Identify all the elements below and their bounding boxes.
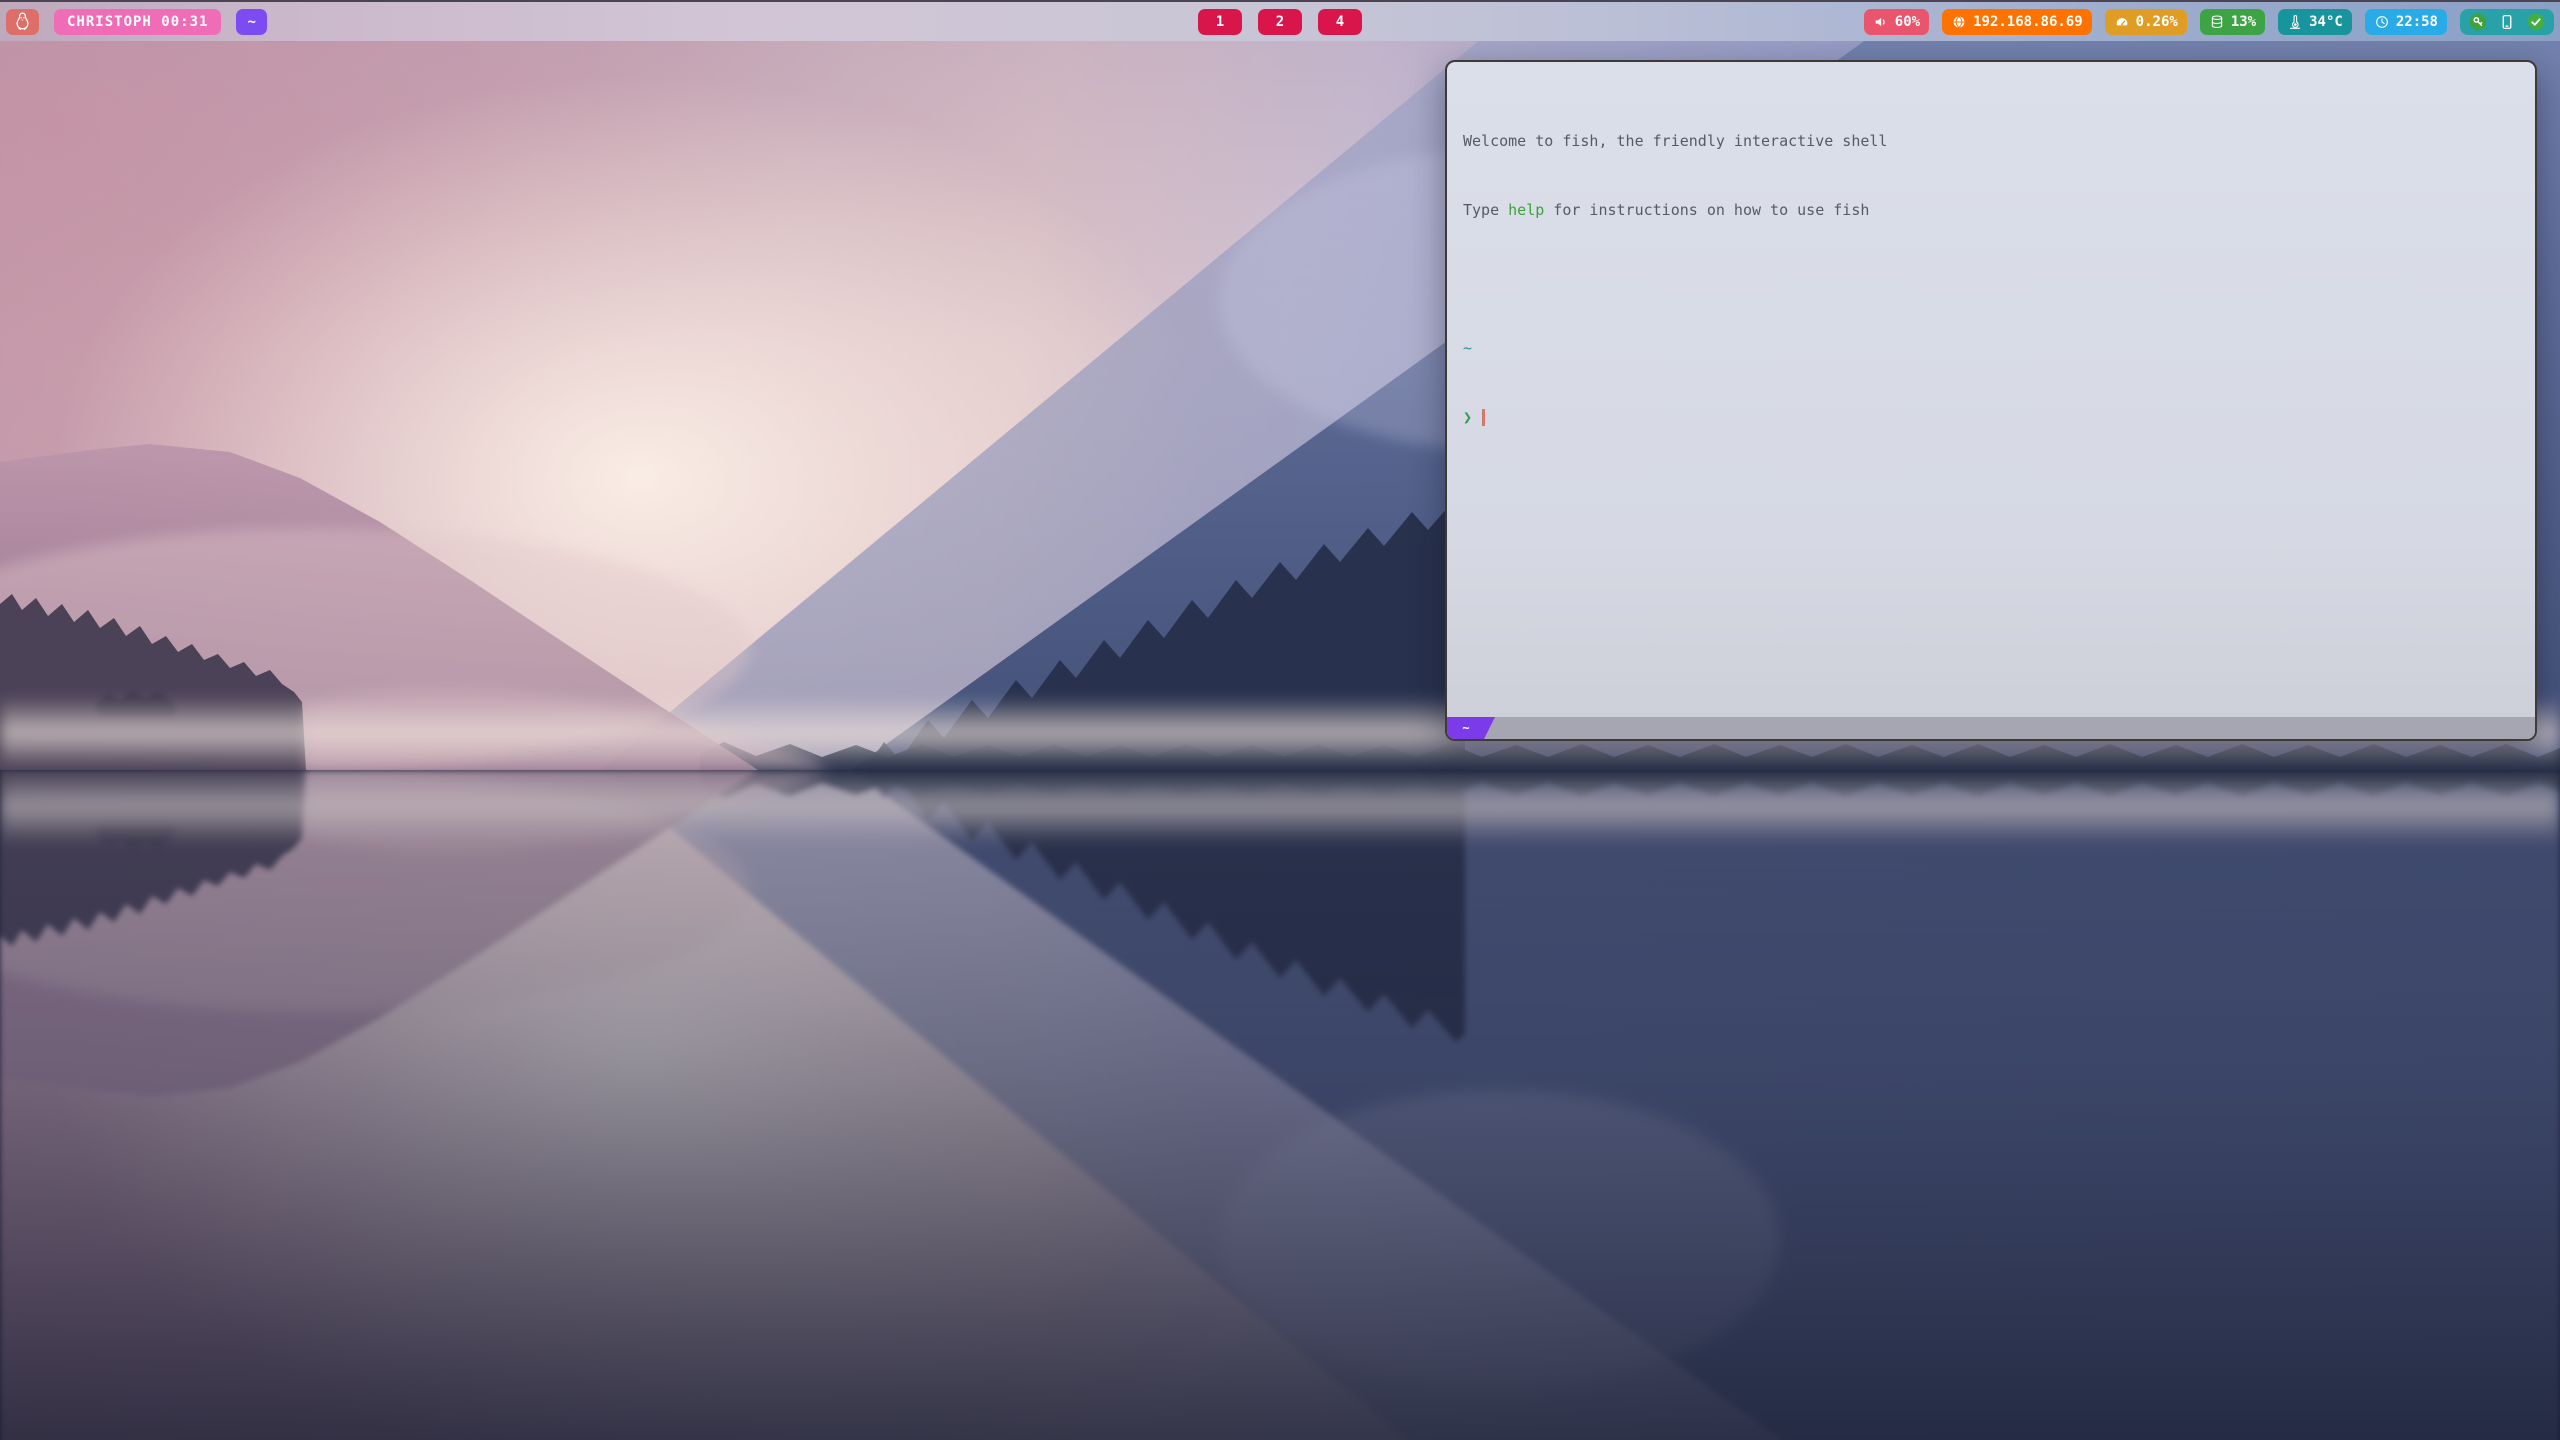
- help-keyword: help: [1508, 201, 1544, 219]
- bar-left-modules: CHRISTOPH 00:31 ~: [6, 2, 267, 41]
- system-tray: [2460, 9, 2554, 35]
- user-uptime-badge: CHRISTOPH 00:31: [54, 9, 221, 35]
- gauge-icon: [2114, 14, 2130, 30]
- network-module[interactable]: 192.168.86.69: [1942, 9, 2092, 35]
- clock-module[interactable]: 22:58: [2365, 9, 2447, 35]
- workspace-button-4[interactable]: 4: [1318, 9, 1362, 35]
- terminal-line-help: Type help for instructions on how to use…: [1463, 199, 2519, 222]
- volume-module[interactable]: 60%: [1864, 9, 1929, 35]
- terminal-output: Welcome to fish, the friendly interactiv…: [1447, 62, 2535, 717]
- status-bar: CHRISTOPH 00:31 ~ 1 2 4 60% 192.168.86.6…: [0, 0, 2560, 41]
- path-badge: ~: [236, 9, 266, 35]
- terminal-window[interactable]: Welcome to fish, the friendly interactiv…: [1445, 60, 2537, 741]
- terminal-status-bar: ~: [1447, 717, 2535, 739]
- clock-value: 22:58: [2396, 14, 2438, 30]
- temperature-value: 34°C: [2309, 14, 2343, 30]
- speaker-icon: [1873, 14, 1889, 30]
- prompt-chevron: ❯: [1463, 408, 1472, 426]
- memory-value: 13%: [2231, 14, 2256, 30]
- terminal-tab[interactable]: ~: [1447, 717, 1495, 739]
- os-launcher-button[interactable]: [6, 9, 39, 35]
- thermometer-icon: [2287, 14, 2303, 30]
- terminal-line-welcome: Welcome to fish, the friendly interactiv…: [1463, 130, 2519, 153]
- memory-module[interactable]: 13%: [2200, 9, 2265, 35]
- text-cursor: [1482, 409, 1485, 426]
- prompt-line[interactable]: ❯: [1463, 406, 2519, 429]
- clock-icon: [2374, 14, 2390, 30]
- cpu-module[interactable]: 0.26%: [2105, 9, 2187, 35]
- terminal-blank-line: [1463, 268, 2519, 291]
- bar-right-modules: 60% 192.168.86.69 0.26% 13%: [1864, 2, 2554, 41]
- ip-address-value: 192.168.86.69: [1973, 14, 2083, 30]
- lake-reflection: [0, 770, 2560, 1440]
- temperature-module[interactable]: 34°C: [2278, 9, 2352, 35]
- cpu-value: 0.26%: [2136, 14, 2178, 30]
- globe-icon: [1951, 14, 1967, 30]
- linux-tux-icon: [13, 11, 32, 32]
- reflected-scene: [0, 770, 2560, 1440]
- prompt-cwd: ~: [1463, 337, 2519, 360]
- key-icon[interactable]: [2468, 12, 2488, 32]
- volume-value: 60%: [1895, 14, 1920, 30]
- check-icon[interactable]: [2526, 12, 2546, 32]
- workspace-button-1[interactable]: 1: [1198, 9, 1242, 35]
- workspace-switcher: 1 2 4: [1198, 2, 1362, 41]
- phone-icon[interactable]: [2498, 13, 2516, 31]
- database-icon: [2209, 14, 2225, 30]
- workspace-button-2[interactable]: 2: [1258, 9, 1302, 35]
